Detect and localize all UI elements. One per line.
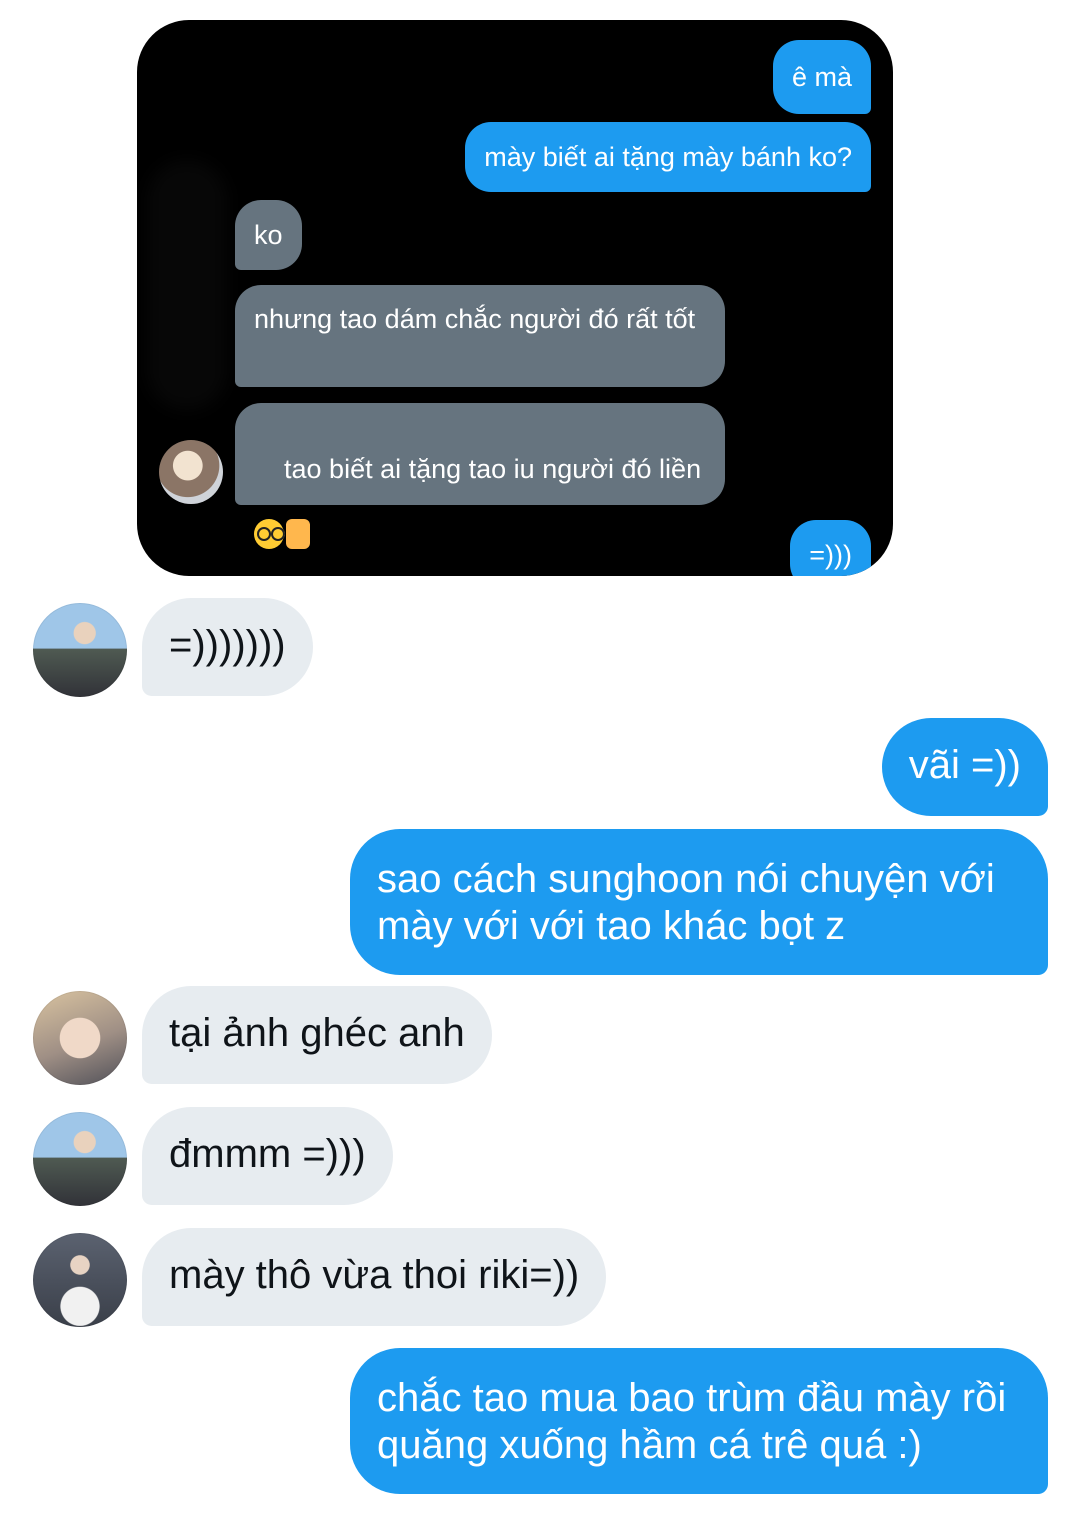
- avatar[interactable]: [33, 603, 127, 697]
- avatar[interactable]: [33, 1233, 127, 1327]
- avatar[interactable]: [33, 991, 127, 1085]
- embedded-outgoing-message: mày biết ai tặng mày bánh ko?: [465, 122, 871, 192]
- embedded-message-text: tao biết ai tặng tao iu người đó liền: [284, 454, 702, 484]
- nerd-face-icon: [254, 519, 285, 549]
- incoming-message[interactable]: =))))))): [142, 598, 313, 696]
- embedded-incoming-message: nhưng tao dám chắc người đó rất tốt: [235, 285, 725, 387]
- outgoing-message[interactable]: chắc tao mua bao trùm đầu mày rồi quăng …: [350, 1348, 1048, 1494]
- embedded-incoming-message: ko: [235, 200, 302, 270]
- incoming-message[interactable]: mày thô vừa thoi riki=)): [142, 1228, 607, 1326]
- embedded-avatar: [159, 440, 223, 504]
- outgoing-message[interactable]: vãi =)): [881, 718, 1048, 816]
- incoming-message[interactable]: tại ảnh ghéc anh: [142, 986, 492, 1084]
- embedded-outgoing-message: ê mà: [772, 40, 871, 114]
- emoji-row: [254, 519, 706, 549]
- embedded-chat-screenshot: ê mà mày biết ai tặng mày bánh ko? ko nh…: [137, 20, 893, 576]
- outgoing-message[interactable]: sao cách sunghoon nói chuyện với mày với…: [350, 829, 1048, 975]
- incoming-message[interactable]: đmmm =))): [142, 1107, 393, 1205]
- thumbs-up-icon: [286, 519, 310, 549]
- embedded-incoming-message: tao biết ai tặng tao iu người đó liền: [235, 403, 725, 549]
- redaction-smudge: [147, 160, 227, 410]
- embedded-outgoing-message: =))): [790, 520, 871, 576]
- avatar[interactable]: [33, 1112, 127, 1206]
